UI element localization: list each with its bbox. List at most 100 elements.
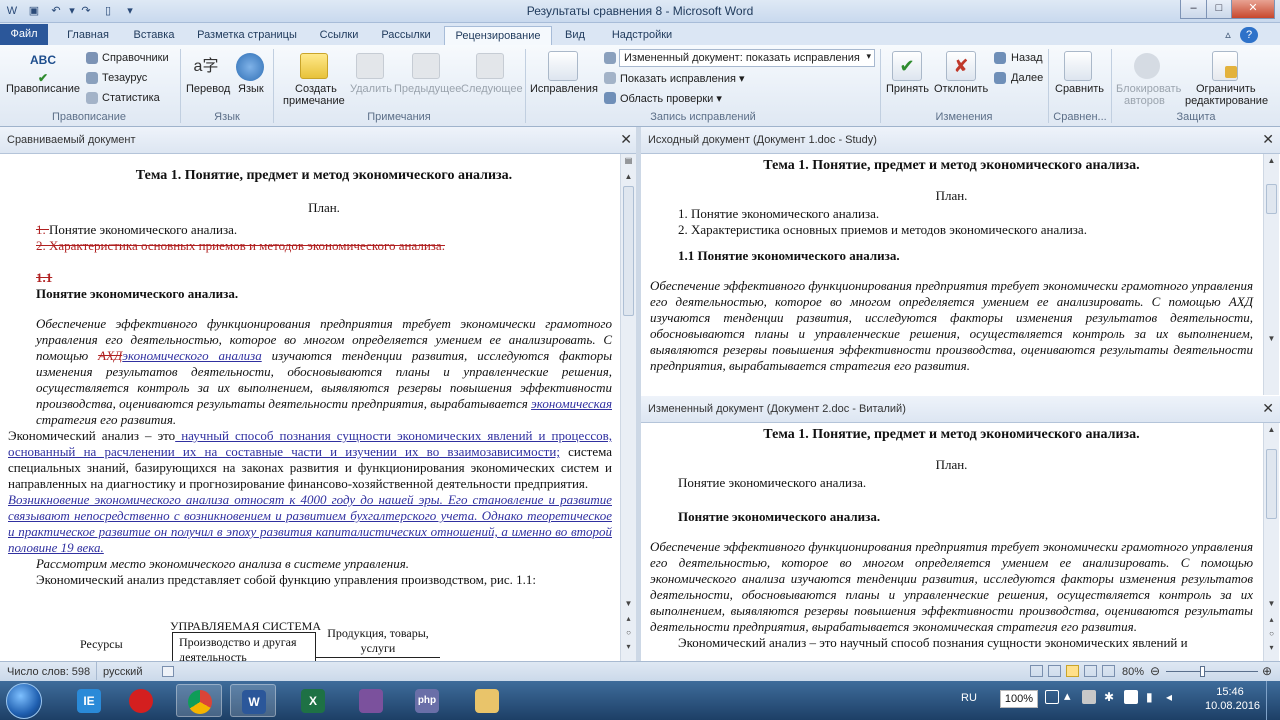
research-button[interactable]: Справочники xyxy=(102,52,169,64)
flag-icon[interactable] xyxy=(1124,690,1138,704)
display-for-review-select[interactable]: Измененный документ: показать исправлени… xyxy=(619,49,875,67)
help-icon[interactable]: ? xyxy=(1240,27,1258,43)
tab-view[interactable]: Вид xyxy=(558,26,592,45)
scroll-up-icon[interactable]: ▲ xyxy=(623,172,634,182)
close-pane-icon[interactable]: ✕ xyxy=(1262,131,1274,148)
web-layout-icon[interactable] xyxy=(1066,665,1079,677)
language-indicator[interactable]: русский xyxy=(103,666,142,678)
scroll-thumb[interactable] xyxy=(623,186,634,316)
taskbar-explorer[interactable] xyxy=(464,684,510,717)
zoom-slider-thumb[interactable] xyxy=(1200,666,1205,677)
original-document-page[interactable]: Тема 1. Понятие, предмет и метод экономи… xyxy=(641,154,1263,395)
full-screen-reading-icon[interactable] xyxy=(1048,665,1061,677)
reject-button[interactable]: Отклонить xyxy=(934,83,988,95)
browse-object-icon[interactable]: ○ xyxy=(1266,629,1277,639)
scroll-up-icon[interactable]: ▲ xyxy=(1266,156,1277,166)
compared-document-page[interactable]: Тема 1. Понятие, предмет и метод экономи… xyxy=(0,154,620,661)
maximize-button[interactable]: □ xyxy=(1206,0,1232,19)
tab-insert[interactable]: Вставка xyxy=(126,26,182,45)
scroll-thumb[interactable] xyxy=(1266,184,1277,214)
scroll-ruler-icon[interactable]: ▤ xyxy=(623,156,634,166)
close-button[interactable]: ✕ xyxy=(1231,0,1275,19)
show-hidden-icons-icon[interactable]: ▴ xyxy=(1064,688,1071,704)
zoom-in-icon[interactable]: ⊕ xyxy=(1262,664,1272,678)
prev-page-icon[interactable]: ▴ xyxy=(1266,615,1277,625)
word-count[interactable]: Число слов: 598 xyxy=(7,666,90,678)
tab-mailings[interactable]: Рассылки xyxy=(374,26,438,45)
tray-app-icon[interactable] xyxy=(1082,690,1096,704)
browse-object-icon[interactable]: ○ xyxy=(623,628,634,638)
scroll-down-icon[interactable]: ▼ xyxy=(1266,599,1277,609)
new-comment-button-line2[interactable]: примечание xyxy=(283,95,345,107)
clock[interactable]: 15:46 10.08.2016 xyxy=(1205,685,1260,713)
zoom-level[interactable]: 80% xyxy=(1122,666,1144,678)
previous-comment-button[interactable]: Предыдущее xyxy=(394,83,461,95)
revised-document-page[interactable]: Тема 1. Понятие, предмет и метод экономи… xyxy=(641,423,1263,661)
restrict-editing-button-line2[interactable]: редактирование xyxy=(1185,95,1268,107)
scroll-up-icon[interactable]: ▲ xyxy=(1266,425,1277,435)
taskbar-php[interactable]: php xyxy=(404,684,450,717)
zoom-slider[interactable] xyxy=(1166,671,1258,672)
zoom-out-icon[interactable]: ⊖ xyxy=(1150,664,1160,678)
show-desktop-button[interactable] xyxy=(1266,681,1280,720)
prev-page-icon[interactable]: ▴ xyxy=(623,614,634,624)
plan-item-1: 1. Понятие экономического анализа. xyxy=(36,222,238,237)
delete-comment-button[interactable]: Удалить xyxy=(350,83,392,95)
block-authors-button-line2[interactable]: авторов xyxy=(1124,95,1165,107)
tab-home[interactable]: Главная xyxy=(58,26,118,45)
translate-button[interactable]: Перевод xyxy=(186,83,230,95)
scroll-down-icon[interactable]: ▼ xyxy=(623,599,634,609)
start-button[interactable] xyxy=(6,683,42,719)
battery-indicator[interactable]: 100% xyxy=(1000,690,1038,708)
print-layout-icon[interactable] xyxy=(1030,665,1043,677)
tab-page-layout[interactable]: Разметка страницы xyxy=(192,26,302,45)
scroll-thumb[interactable] xyxy=(1266,449,1277,519)
original-document-scrollbar[interactable]: ▲ ▼ xyxy=(1263,154,1279,395)
track-changes-button[interactable]: Исправления xyxy=(530,83,598,95)
next-comment-button[interactable]: Следующее xyxy=(461,83,523,95)
network-icon[interactable]: ✱ xyxy=(1104,690,1118,704)
word-count-button[interactable]: Статистика xyxy=(102,92,160,104)
language-button[interactable]: Язык xyxy=(238,83,264,95)
accept-button[interactable]: Принять xyxy=(886,83,929,95)
wifi-icon[interactable]: ▮ xyxy=(1146,690,1160,704)
taskbar-ie[interactable]: IE xyxy=(66,684,112,717)
input-language[interactable]: RU xyxy=(961,692,977,704)
taskbar-word[interactable]: W xyxy=(230,684,276,717)
scroll-down-icon[interactable]: ▼ xyxy=(1266,334,1277,344)
next-page-icon[interactable]: ▾ xyxy=(623,642,634,652)
outline-icon[interactable] xyxy=(1084,665,1097,677)
next-change-button[interactable]: Далее xyxy=(1011,72,1043,84)
new-comment-icon xyxy=(300,53,328,79)
thesaurus-button[interactable]: Тезаурус xyxy=(102,72,147,84)
block-authors-button[interactable]: Блокировать xyxy=(1116,83,1181,95)
close-pane-icon[interactable]: ✕ xyxy=(620,131,632,148)
draft-icon[interactable] xyxy=(1102,665,1115,677)
spelling-button[interactable]: Правописание xyxy=(6,83,80,95)
volume-icon[interactable]: ◂ xyxy=(1166,690,1180,704)
taskbar-opera[interactable] xyxy=(118,684,164,717)
minimize-button[interactable]: – xyxy=(1180,0,1207,19)
taskbar-excel[interactable]: X xyxy=(290,684,336,717)
reviewing-pane-button[interactable]: Область проверки ▾ xyxy=(620,92,722,105)
tab-review[interactable]: Рецензирование xyxy=(444,26,552,45)
tab-addins[interactable]: Надстройки xyxy=(602,26,682,45)
new-comment-button[interactable]: Создать xyxy=(295,83,337,95)
tray-cpu-icon[interactable] xyxy=(1045,690,1059,704)
restrict-editing-button[interactable]: Ограничить xyxy=(1196,83,1256,95)
taskbar-viber[interactable] xyxy=(348,684,394,717)
tab-file[interactable]: Файл xyxy=(0,24,48,45)
minimize-ribbon-icon[interactable]: ▵ xyxy=(1220,26,1236,45)
close-pane-icon[interactable]: ✕ xyxy=(1262,400,1274,417)
revised-document-scrollbar[interactable]: ▲ ▼ ▴ ○ ▾ xyxy=(1263,423,1279,661)
opera-icon xyxy=(129,689,153,713)
show-markup-button[interactable]: Показать исправления ▾ xyxy=(620,72,745,85)
next-page-icon[interactable]: ▾ xyxy=(1266,643,1277,653)
taskbar-chrome[interactable] xyxy=(176,684,222,717)
tab-references[interactable]: Ссылки xyxy=(312,26,366,45)
macro-record-icon[interactable] xyxy=(162,666,174,677)
previous-change-button[interactable]: Назад xyxy=(1011,52,1043,64)
word-icon: W xyxy=(242,690,266,714)
compared-document-scrollbar[interactable]: ▤ ▲ ▼ ▴ ○ ▾ xyxy=(620,154,636,661)
compare-button[interactable]: Сравнить xyxy=(1055,83,1104,95)
